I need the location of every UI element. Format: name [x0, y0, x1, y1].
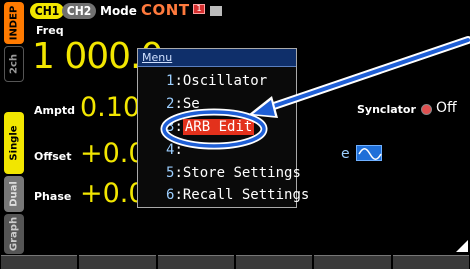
tab-graph[interactable]: Graph — [4, 214, 24, 254]
phase-label: Phase — [34, 190, 72, 203]
offset-label: Offset — [34, 150, 72, 163]
tab-dual-label: Dual — [8, 181, 20, 207]
softkey-6[interactable] — [392, 255, 469, 269]
menu-item-number: 6 — [166, 187, 175, 203]
synclator-state[interactable]: Off — [436, 100, 457, 116]
mode-label: Mode — [100, 4, 137, 18]
status-bar: CH1 CH2 Mode CONT 1 — [0, 0, 470, 22]
softkey-2[interactable] — [79, 255, 156, 269]
menu-item-label: Recall Settings — [182, 187, 310, 203]
synclator-label: Synclator — [357, 103, 416, 116]
menu-item-recall-settings[interactable]: 6:Recall Settings — [166, 187, 309, 203]
pointer-arrow-shaft — [266, 38, 470, 110]
tab-indep-label: INDEP — [8, 5, 20, 41]
softkey-5[interactable] — [314, 255, 391, 269]
softkey-1[interactable] — [1, 255, 78, 269]
menu-item-label: Se — [182, 96, 200, 112]
menu-item-number: 5 — [166, 165, 175, 181]
left-tab-strip: INDEP 2ch Single Dual Graph — [0, 0, 28, 269]
softkey-4[interactable] — [235, 255, 313, 269]
channel-status-icon: 1 — [193, 4, 205, 14]
amptd-label: Amptd — [34, 104, 75, 117]
sine-wave-icon[interactable] — [356, 145, 382, 161]
menu-item-label: Oscillator — [182, 73, 268, 89]
menu-item-label: ARB Edit — [182, 119, 255, 135]
ch2-indicator[interactable]: CH2 — [62, 3, 96, 19]
channel-status-text: 1 — [196, 4, 202, 13]
menu-popup: Menu 1:Oscillator 2:Se 3: ARB Edit 4: 5:S… — [137, 48, 309, 208]
phase-value[interactable]: +0.0 — [80, 178, 146, 209]
menu-title-bar: Menu — [138, 49, 296, 67]
ch1-indicator[interactable]: CH1 — [30, 3, 64, 19]
menu-item-number: 1 — [166, 73, 175, 89]
tab-single-label: Single — [8, 125, 20, 161]
tab-single[interactable]: Single — [4, 112, 24, 174]
sine-wave-graphic — [358, 148, 382, 160]
menu-item-number: 3 — [166, 119, 175, 135]
softkey-3[interactable] — [157, 255, 234, 269]
menu-item-label: Store Settings — [182, 165, 301, 181]
synclator-status-icon — [421, 104, 432, 115]
menu-item-oscillator[interactable]: 1:Oscillator — [166, 73, 267, 89]
waveform-label-fragment: e — [341, 146, 350, 162]
menu-item-sequence[interactable]: 2:Se — [166, 96, 200, 112]
offset-value[interactable]: +0.0 — [80, 138, 146, 169]
corner-indicator-icon — [456, 240, 468, 252]
amptd-value[interactable]: 0.10 — [80, 92, 140, 123]
tab-dual[interactable]: Dual — [4, 176, 24, 212]
menu-item-store-settings[interactable]: 5:Store Settings — [166, 165, 301, 181]
tab-graph-label: Graph — [8, 216, 20, 252]
menu-title: Menu — [142, 51, 173, 64]
softkey-bar — [0, 255, 470, 269]
menu-item-number: 2 — [166, 96, 175, 112]
menu-item-utility[interactable]: 4: — [166, 142, 183, 158]
output-icon — [210, 6, 222, 16]
mode-value: CONT — [141, 1, 190, 19]
menu-item-arb-edit[interactable]: 3: ARB Edit — [166, 119, 255, 135]
tab-indep[interactable]: INDEP — [4, 2, 24, 44]
menu-item-number: 4 — [166, 142, 175, 158]
pointer-arrow-shaft-outline — [264, 36, 470, 112]
tab-2ch-label: 2ch — [8, 53, 20, 75]
tab-2ch[interactable]: 2ch — [4, 46, 24, 82]
